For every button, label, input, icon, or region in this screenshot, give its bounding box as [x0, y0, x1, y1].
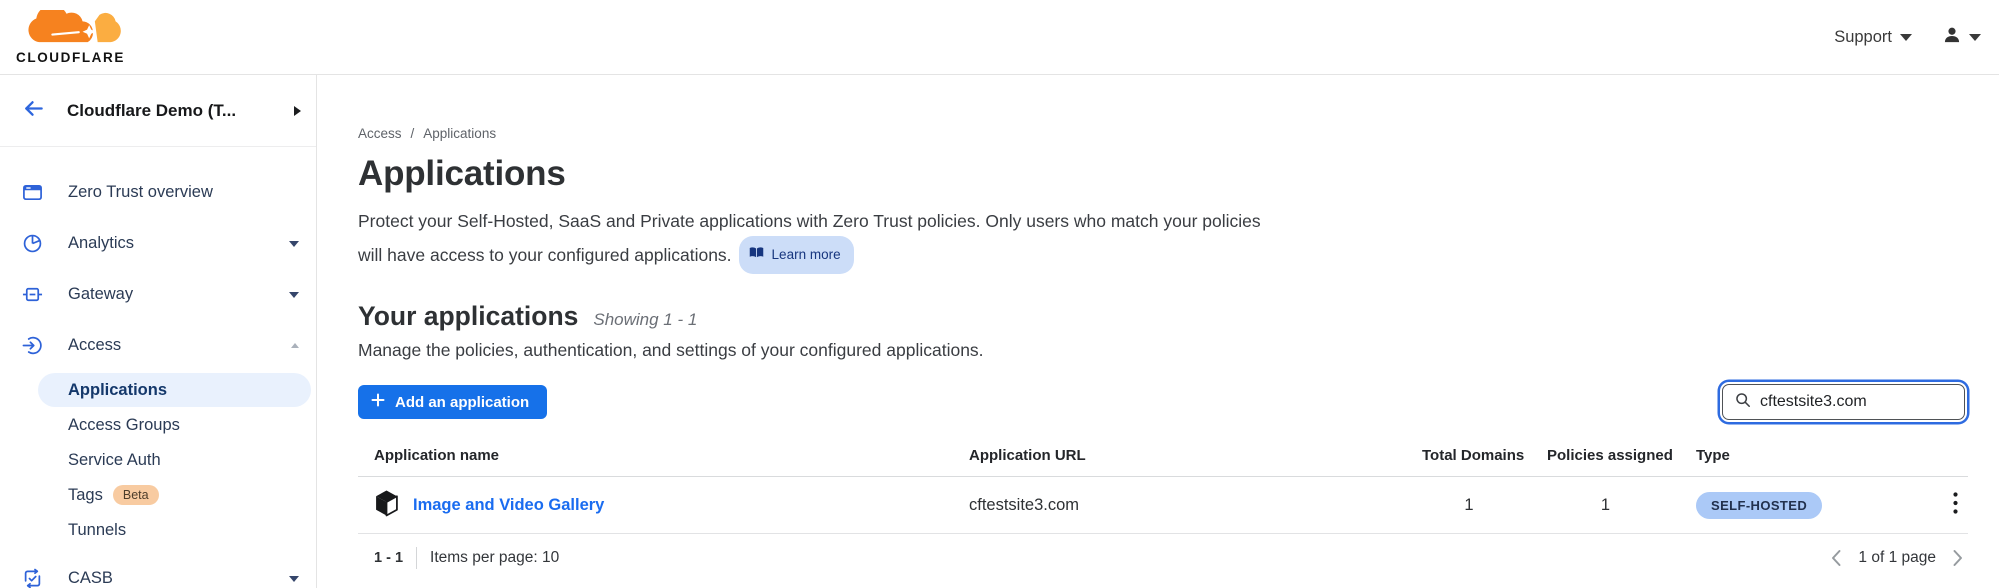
pie-chart-icon: [22, 233, 43, 254]
search-input[interactable]: [1760, 393, 1954, 411]
learn-more-badge[interactable]: Learn more: [739, 236, 854, 274]
chevron-down-icon: [289, 241, 299, 247]
chevron-down-icon: [1900, 34, 1912, 41]
search-box: [1722, 384, 1965, 420]
table-footer: 1 - 1 Items per page: 10 1 of 1 page: [358, 534, 1968, 569]
page-info: 1 of 1 page: [1858, 549, 1936, 567]
top-bar: CLOUDFLARE Support: [0, 0, 1999, 75]
sidebar-subitem-label: Tags: [68, 486, 103, 505]
application-url: cftestsite3.com: [969, 496, 1422, 515]
sidebar-item-zero-trust-overview[interactable]: Zero Trust overview: [0, 167, 316, 218]
application-name-link[interactable]: Image and Video Gallery: [413, 496, 604, 515]
sidebar-item-label: Access: [68, 336, 121, 355]
main-content: Access / Applications Applications Prote…: [317, 75, 1999, 588]
add-application-button[interactable]: Add an application: [358, 385, 547, 419]
showing-count: Showing 1 - 1: [593, 310, 697, 330]
col-type: Type: [1696, 447, 1914, 464]
sidebar: Cloudflare Demo (T... Zero Trust overvie…: [0, 75, 317, 588]
book-icon: [749, 240, 764, 270]
cloudflare-logo-text: CLOUDFLARE: [16, 50, 125, 65]
overview-window-icon: [22, 182, 43, 203]
app-cube-icon: [374, 489, 399, 522]
sidebar-item-gateway[interactable]: Gateway: [0, 269, 316, 320]
access-subnav: Applications Access Groups Service Auth …: [0, 373, 316, 547]
row-actions-kebab-icon[interactable]: [1943, 486, 1968, 525]
page-description: Protect your Self-Hosted, SaaS and Priva…: [358, 206, 1263, 274]
sidebar-item-access[interactable]: Access: [0, 320, 316, 371]
section-title: Your applications: [358, 301, 578, 332]
beta-badge: Beta: [113, 485, 159, 505]
col-total-domains: Total Domains: [1422, 447, 1547, 464]
sidebar-item-label: Analytics: [68, 234, 134, 253]
items-per-page: Items per page: 10: [430, 549, 559, 567]
chevron-down-icon: [289, 576, 299, 582]
casb-check-icon: [22, 568, 43, 588]
col-policies-assigned: Policies assigned: [1547, 447, 1696, 464]
learn-more-label: Learn more: [772, 240, 841, 270]
breadcrumb-access[interactable]: Access: [358, 126, 402, 141]
sidebar-subitem-label: Tunnels: [68, 521, 126, 540]
sidebar-item-label: Zero Trust overview: [68, 183, 213, 202]
policies-assigned-value: 1: [1547, 496, 1664, 515]
account-name: Cloudflare Demo (T...: [67, 101, 294, 121]
chevron-down-icon: [289, 292, 299, 298]
plus-icon: [371, 393, 385, 411]
back-arrow-icon[interactable]: [22, 97, 45, 125]
sidebar-nav: Zero Trust overview Analytics: [0, 147, 316, 588]
prev-page-icon[interactable]: [1830, 549, 1842, 567]
chevron-down-icon: [1969, 34, 1981, 41]
breadcrumb-separator: /: [411, 126, 415, 141]
total-domains-value: 1: [1422, 496, 1516, 515]
sidebar-item-label: CASB: [68, 569, 113, 588]
sidebar-subitem-tags[interactable]: Tags Beta: [38, 478, 311, 512]
sidebar-item-casb[interactable]: CASB: [0, 553, 316, 588]
sidebar-subitem-label: Service Auth: [68, 451, 161, 470]
sidebar-subitem-tunnels[interactable]: Tunnels: [38, 513, 311, 547]
sidebar-subitem-applications[interactable]: Applications: [38, 373, 311, 407]
support-label: Support: [1834, 28, 1892, 47]
expand-sidebar-icon[interactable]: [294, 106, 301, 116]
table-row: Image and Video Gallery cftestsite3.com …: [358, 477, 1968, 534]
sidebar-item-analytics[interactable]: Analytics: [0, 218, 316, 269]
gateway-icon: [22, 284, 43, 305]
cloudflare-logo: CLOUDFLARE: [16, 10, 125, 65]
sidebar-item-label: Gateway: [68, 285, 133, 304]
next-page-icon[interactable]: [1952, 549, 1964, 567]
breadcrumb-applications[interactable]: Applications: [423, 126, 496, 141]
page-title: Applications: [358, 154, 1968, 194]
col-application-name: Application name: [374, 447, 969, 464]
divider: [416, 547, 417, 569]
account-header: Cloudflare Demo (T...: [0, 75, 316, 147]
result-range: 1 - 1: [374, 550, 403, 566]
applications-table: Application name Application URL Total D…: [358, 447, 1968, 569]
user-avatar-icon: [1942, 25, 1962, 50]
sidebar-subitem-access-groups[interactable]: Access Groups: [38, 408, 311, 442]
add-application-label: Add an application: [395, 394, 529, 411]
section-subtitle: Manage the policies, authentication, and…: [358, 340, 1968, 361]
cloudflare-cloud-icon: [25, 10, 125, 49]
sidebar-subitem-label: Applications: [68, 381, 167, 400]
user-account-menu[interactable]: [1942, 25, 1981, 50]
access-login-icon: [22, 335, 43, 356]
breadcrumb: Access / Applications: [358, 126, 1968, 141]
search-icon: [1735, 392, 1751, 413]
type-badge: SELF-HOSTED: [1696, 492, 1822, 519]
chevron-up-icon: [291, 343, 299, 348]
sidebar-subitem-label: Access Groups: [68, 416, 180, 435]
col-application-url: Application URL: [969, 447, 1422, 464]
sidebar-subitem-service-auth[interactable]: Service Auth: [38, 443, 311, 477]
table-header: Application name Application URL Total D…: [358, 447, 1968, 477]
support-menu[interactable]: Support: [1834, 28, 1912, 47]
